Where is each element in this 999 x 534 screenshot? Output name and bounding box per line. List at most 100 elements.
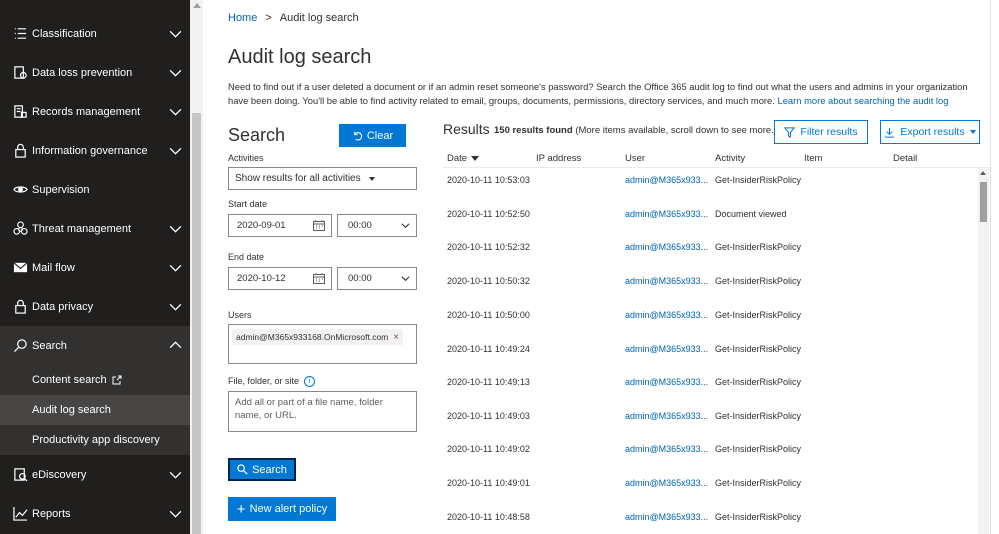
- start-time-select[interactable]: 00:00: [337, 214, 417, 237]
- start-date-value: 2020-09-01: [237, 220, 286, 231]
- chevron-down-icon: [169, 264, 182, 272]
- clear-button[interactable]: Clear: [339, 124, 406, 147]
- sidebar-item-data-loss-prevention[interactable]: Data loss prevention: [0, 53, 190, 92]
- sidebar-item-label: Data loss prevention: [32, 66, 133, 79]
- results-heading: Results: [443, 121, 490, 137]
- new-alert-policy-label: New alert policy: [249, 503, 328, 515]
- activities-label: Activities: [228, 153, 264, 163]
- sidebar-item-supervision[interactable]: Supervision: [0, 170, 190, 209]
- column-header-detail[interactable]: Detail: [893, 153, 917, 164]
- table-row[interactable]: 2020-10-11 10:49:01 admin@M365x933... Get-…: [443, 474, 978, 494]
- sidebar-item-information-governance[interactable]: Information governance: [0, 131, 190, 170]
- cell-user[interactable]: admin@M365x933...: [625, 242, 708, 252]
- cell-user[interactable]: admin@M365x933...: [625, 175, 708, 185]
- column-header-date[interactable]: Date: [447, 153, 480, 164]
- breadcrumb-home[interactable]: Home: [228, 12, 257, 24]
- user-chip: admin@M365x933168.OnMicrosoft.com ×: [232, 329, 404, 345]
- cell-user[interactable]: admin@M365x933...: [625, 209, 708, 219]
- column-header-activity[interactable]: Activity: [715, 153, 745, 164]
- file-folder-site-input[interactable]: Add all or part of a file name, folder n…: [228, 391, 417, 432]
- table-row[interactable]: 2020-10-11 10:50:00 admin@M365x933... Get-…: [443, 306, 978, 326]
- users-input[interactable]: admin@M365x933168.OnMicrosoft.com ×: [228, 324, 417, 364]
- table-row[interactable]: 2020-10-11 10:52:50 admin@M365x933... Docu…: [443, 205, 978, 225]
- column-header-user[interactable]: User: [625, 153, 645, 164]
- search-icon: [12, 338, 28, 354]
- cell-activity: Document viewed: [715, 209, 787, 219]
- info-icon[interactable]: i: [304, 376, 316, 388]
- cell-date: 2020-10-11 10:49:03: [447, 411, 530, 421]
- cell-activity: Get-InsiderRiskPolicy: [715, 344, 802, 354]
- column-header-ip-address[interactable]: IP address: [536, 153, 581, 164]
- chevron-down-icon: [169, 510, 182, 518]
- chevron-down-icon: [169, 30, 182, 38]
- cell-user[interactable]: admin@M365x933...: [625, 377, 708, 387]
- cell-user[interactable]: admin@M365x933...: [625, 411, 708, 421]
- new-alert-policy-button[interactable]: + New alert policy: [228, 497, 336, 521]
- end-date-field[interactable]: 2020-10-12: [228, 267, 332, 290]
- scroll-up-arrow-icon[interactable]: [193, 3, 201, 8]
- filter-icon: [784, 126, 796, 138]
- download-icon: [885, 127, 895, 138]
- sidebar-subitem-productivity-app-discovery[interactable]: Productivity app discovery: [0, 425, 190, 455]
- sidebar-item-ediscovery[interactable]: eDiscovery: [0, 455, 190, 494]
- cell-user[interactable]: admin@M365x933...: [625, 344, 708, 354]
- table-row[interactable]: 2020-10-11 10:48:58 admin@M365x933... Get-…: [443, 508, 978, 528]
- users-label: Users: [228, 310, 252, 320]
- sidebar-item-data-privacy[interactable]: Data privacy: [0, 287, 190, 326]
- filter-results-button[interactable]: Filter results: [774, 120, 868, 144]
- scrollbar-thumb[interactable]: [192, 113, 201, 534]
- table-row[interactable]: 2020-10-11 10:49:13 admin@M365x933... Get-…: [443, 373, 978, 393]
- sidebar-subitem-audit-log-search[interactable]: Audit log search: [0, 395, 190, 425]
- results-scrollbar[interactable]: [978, 168, 989, 534]
- calendar-icon[interactable]: [313, 273, 325, 284]
- calendar-icon[interactable]: [313, 220, 325, 231]
- page-scrollbar[interactable]: [190, 0, 203, 534]
- sidebar-item-search[interactable]: Search: [0, 326, 190, 365]
- search-button[interactable]: Search: [228, 458, 296, 481]
- cell-date: 2020-10-11 10:48:58: [447, 512, 530, 522]
- sidebar-item-classification[interactable]: Classification: [0, 14, 190, 53]
- lock-icon: [12, 143, 28, 159]
- remove-user-icon[interactable]: ×: [393, 332, 399, 343]
- table-row[interactable]: 2020-10-11 10:52:32 admin@M365x933... Get-…: [443, 238, 978, 258]
- records-icon: [12, 104, 28, 120]
- activities-dropdown[interactable]: Show results for all activities: [228, 167, 417, 190]
- scrollbar-thumb[interactable]: [980, 182, 987, 222]
- cell-user[interactable]: admin@M365x933...: [625, 478, 708, 488]
- cell-user[interactable]: admin@M365x933...: [625, 444, 708, 454]
- table-row[interactable]: 2020-10-11 10:49:03 admin@M365x933... Get-…: [443, 407, 978, 427]
- breadcrumb: Home > Audit log search: [228, 12, 359, 24]
- mail-icon: [12, 260, 28, 276]
- ediscovery-icon: [12, 467, 28, 483]
- breadcrumb-current: Audit log search: [279, 12, 359, 24]
- sidebar-item-records-management[interactable]: Records management: [0, 92, 190, 131]
- table-row[interactable]: 2020-10-11 10:49:02 admin@M365x933... Get-…: [443, 440, 978, 460]
- cell-date: 2020-10-11 10:52:32: [447, 242, 530, 252]
- column-header-item[interactable]: Item: [804, 153, 822, 164]
- sidebar-subitem-content-search[interactable]: Content search: [0, 365, 190, 395]
- scroll-up-arrow-icon[interactable]: [980, 171, 986, 175]
- lock-icon: [12, 299, 28, 315]
- sidebar-subitem-label: Content search: [32, 374, 107, 386]
- sidebar-item-label: Classification: [32, 27, 97, 40]
- sidebar-item-threat-management[interactable]: Threat management: [0, 209, 190, 248]
- table-row[interactable]: 2020-10-11 10:50:32 admin@M365x933... Get-…: [443, 272, 978, 292]
- page-description: Need to find out if a user deleted a doc…: [228, 80, 988, 108]
- search-button-label: Search: [252, 463, 287, 476]
- cell-user[interactable]: admin@M365x933...: [625, 310, 708, 320]
- main-content: Home > Audit log search Audit log search…: [203, 0, 999, 534]
- cell-user[interactable]: admin@M365x933...: [625, 276, 708, 286]
- sidebar-item-mail-flow[interactable]: Mail flow: [0, 248, 190, 287]
- cell-user[interactable]: admin@M365x933...: [625, 512, 708, 522]
- export-results-button[interactable]: Export results: [880, 120, 980, 144]
- breadcrumb-separator: >: [265, 12, 272, 24]
- end-time-select[interactable]: 00:00: [337, 267, 417, 290]
- chevron-down-icon: [169, 471, 182, 479]
- sidebar-item-reports[interactable]: Reports: [0, 494, 190, 533]
- learn-more-link[interactable]: Learn more about searching the audit log: [777, 95, 948, 106]
- table-row[interactable]: 2020-10-11 10:49:24 admin@M365x933... Get-…: [443, 340, 978, 360]
- results-count-note: (More items available, scroll down to se…: [575, 125, 777, 136]
- table-row[interactable]: 2020-10-11 10:53:03 admin@M365x933... Get-…: [443, 171, 978, 191]
- start-date-field[interactable]: 2020-09-01: [228, 214, 332, 237]
- end-time-value: 00:00: [348, 273, 372, 284]
